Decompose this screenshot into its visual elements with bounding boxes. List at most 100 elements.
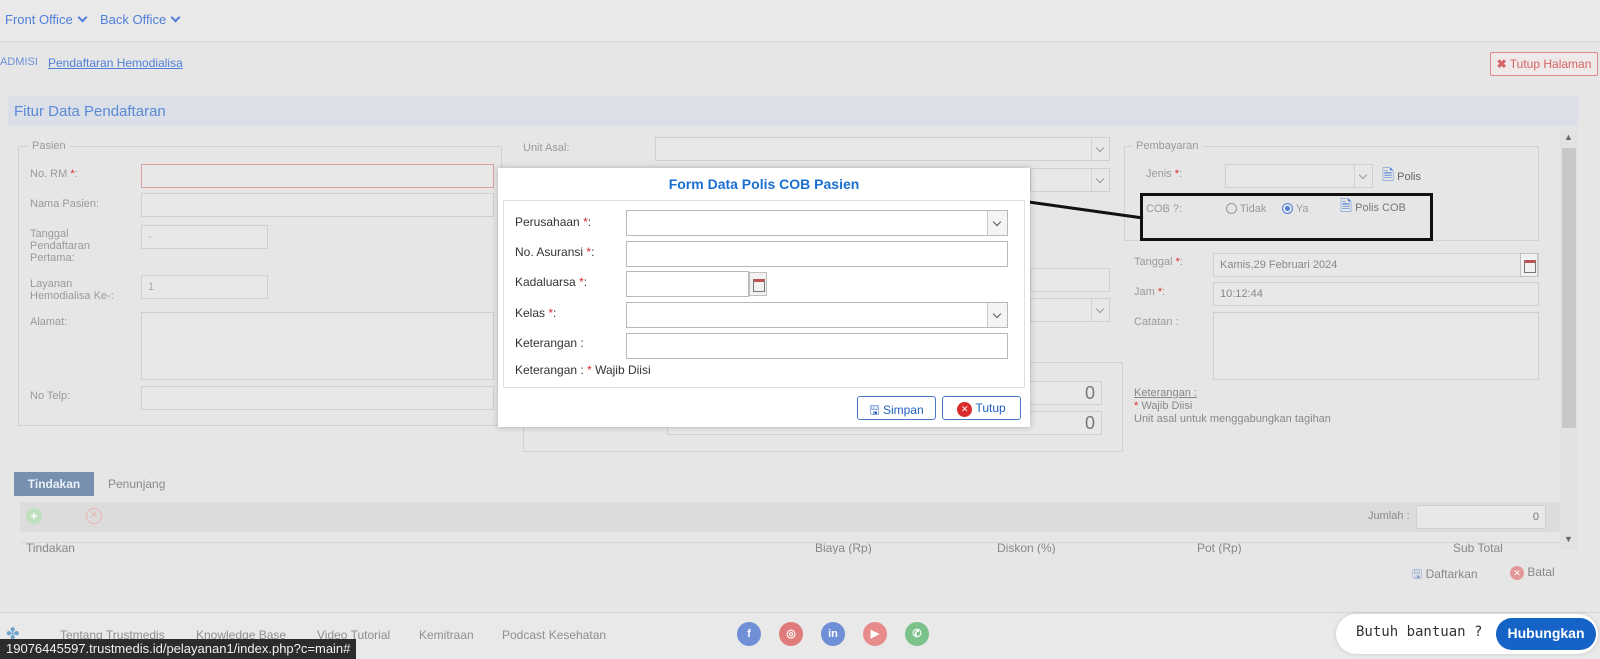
perusahaan-select[interactable] — [626, 210, 1008, 236]
no-rm-label: No. RM *: — [30, 168, 78, 180]
middle-input-3[interactable] — [1030, 268, 1110, 292]
simpan-label: Simpan — [882, 403, 924, 417]
daftarkan-button[interactable]: 🖫 Daftarkan — [1412, 565, 1478, 586]
batal-button[interactable]: ✕ Batal — [1510, 565, 1555, 580]
simpan-button[interactable]: 🖫 Simpan — [857, 396, 936, 420]
close-page-button[interactable]: ✖ Tutup Halaman — [1490, 52, 1598, 76]
no-telp-label: No Telp: — [30, 390, 71, 402]
footer-link-podcast[interactable]: Podcast Kesehatan — [502, 628, 606, 642]
top-navbar: Front Office Back Office — [0, 0, 1600, 42]
col-tindakan: Tindakan — [26, 542, 75, 554]
hubungkan-button[interactable]: Hubungkan — [1496, 618, 1596, 650]
polis-link-label: Polis — [1397, 171, 1421, 183]
chevron-down-icon — [77, 12, 88, 23]
nav-back-office[interactable]: Back Office — [100, 12, 181, 27]
batal-label: Batal — [1527, 565, 1555, 579]
no-telp-input[interactable] — [141, 386, 494, 410]
brand-logo-icon: ✤ — [6, 626, 20, 643]
tab-penunjang[interactable]: Penunjang — [108, 477, 165, 491]
note-text: Wajib Diisi — [595, 363, 651, 377]
help-text: Butuh bantuan ? — [1356, 624, 1483, 640]
add-icon[interactable]: + — [26, 508, 42, 524]
save-icon: 🖫 — [1412, 567, 1423, 581]
footer-link-kemitraan[interactable]: Kemitraan — [419, 628, 474, 642]
jenis-select[interactable] — [1225, 164, 1373, 188]
jumlah-input[interactable]: 0 — [1416, 505, 1546, 529]
instagram-icon[interactable]: ◎ — [779, 622, 803, 646]
tanggal-input[interactable]: Kamis,29 Februari 2024 — [1213, 253, 1539, 277]
unit-asal-select[interactable] — [655, 137, 1110, 161]
unit-note: Unit asal untuk menggabungkan tagihan — [1134, 413, 1331, 425]
alamat-textarea[interactable] — [141, 312, 494, 380]
unit-asal-label: Unit Asal: — [523, 142, 570, 154]
modal-title: Form Data Polis COB Pasien — [668, 176, 860, 192]
close-page-label: Tutup Halaman — [1509, 57, 1592, 71]
tanggal-value: Kamis,29 Februari 2024 — [1220, 259, 1338, 271]
highlight-annotation-box — [1140, 193, 1433, 241]
breadcrumb-root[interactable]: ADMISI — [0, 56, 38, 68]
jam-input[interactable]: 10:12:44 — [1213, 282, 1539, 306]
tutup-label: Tutup — [975, 401, 1006, 415]
required-star: * — [1174, 168, 1180, 180]
layanan-input[interactable]: 1 — [141, 275, 268, 299]
required-star: * — [586, 245, 592, 259]
chevron-down-icon — [1354, 165, 1372, 187]
pasien-legend: Pasien — [28, 140, 70, 152]
nama-pasien-input[interactable] — [141, 193, 494, 217]
tab-tindakan[interactable]: Tindakan — [14, 472, 94, 496]
scrollbar-thumb[interactable] — [1562, 148, 1576, 428]
kadaluarsa-label: Kadaluarsa *: — [515, 275, 588, 289]
catatan-label: Catatan : — [1134, 316, 1179, 328]
kelas-label: Kelas *: — [515, 306, 557, 320]
chevron-down-icon — [987, 211, 1007, 235]
col-biaya: Biaya (Rp) — [815, 542, 872, 554]
tanggal-pendaftaran-input[interactable]: - — [141, 225, 268, 249]
kadaluarsa-input[interactable] — [626, 271, 749, 297]
nama-pasien-label: Nama Pasien: — [30, 198, 100, 210]
nav-back-office-label: Back Office — [100, 12, 167, 27]
calendar-icon[interactable] — [1520, 253, 1538, 277]
layanan-label: Layanan Hemodialisa Ke-: — [30, 278, 114, 302]
required-star: * — [579, 275, 584, 289]
no-rm-input[interactable] — [141, 164, 494, 188]
jam-label-text: Jam — [1134, 286, 1155, 298]
keterangan-label: Keterangan : — [515, 336, 584, 350]
chevron-down-icon — [1091, 138, 1109, 160]
wajib-diisi-note: * Wajib Diisi — [1134, 400, 1192, 412]
youtube-icon[interactable]: ▶ — [863, 622, 887, 646]
panel-title: Fitur Data Pendaftaran — [14, 103, 166, 120]
document-edit-icon: 🗎 — [1382, 167, 1395, 184]
tutup-button[interactable]: ✕ Tutup — [942, 396, 1021, 420]
tanggal-label-text: Tanggal — [1134, 256, 1173, 268]
table-toolbar: + ✕ Jumlah : 0 — [20, 502, 1560, 532]
perusahaan-label: Perusahaan *: — [515, 215, 592, 229]
col-diskon: Diskon (%) — [997, 542, 1056, 554]
table-header: Tindakan Biaya (Rp) Diskon (%) Pot (Rp) … — [20, 542, 1560, 554]
linkedin-icon[interactable]: in — [821, 622, 845, 646]
no-asuransi-label: No. Asuransi *: — [515, 245, 595, 259]
breadcrumb-current[interactable]: Pendaftaran Hemodialisa — [48, 56, 183, 70]
polis-link[interactable]: 🗎 Polis — [1382, 167, 1421, 184]
whatsapp-icon[interactable]: ✆ — [905, 622, 929, 646]
remove-icon[interactable]: ✕ — [86, 508, 102, 524]
scroll-up-icon[interactable]: ▲ — [1564, 132, 1573, 142]
facebook-icon[interactable]: f — [737, 622, 761, 646]
required-star: * — [1175, 256, 1180, 268]
keterangan-input[interactable] — [626, 333, 1008, 359]
no-asuransi-input[interactable] — [626, 241, 1008, 267]
tanggal-pendaftaran-label: Tanggal Pendaftaran Pertama: — [30, 228, 90, 264]
jenis-label: Jenis *: — [1146, 168, 1183, 180]
kelas-select[interactable] — [626, 302, 1008, 328]
scroll-down-icon[interactable]: ▼ — [1564, 534, 1573, 544]
close-circle-icon: ✕ — [957, 402, 973, 417]
wajib-diisi-text: Wajib Diisi — [1141, 400, 1193, 412]
required-star: * — [548, 306, 554, 320]
catatan-textarea[interactable] — [1213, 312, 1539, 380]
nav-front-office-label: Front Office — [5, 12, 73, 27]
jenis-label-text: Jenis — [1146, 168, 1172, 180]
middle-select-4[interactable] — [1030, 298, 1110, 322]
calendar-icon[interactable] — [749, 272, 767, 296]
col-subtotal: Sub Total — [1453, 542, 1503, 554]
nav-front-office[interactable]: Front Office — [5, 12, 88, 27]
panel-header: Fitur Data Pendaftaran — [8, 96, 1578, 126]
